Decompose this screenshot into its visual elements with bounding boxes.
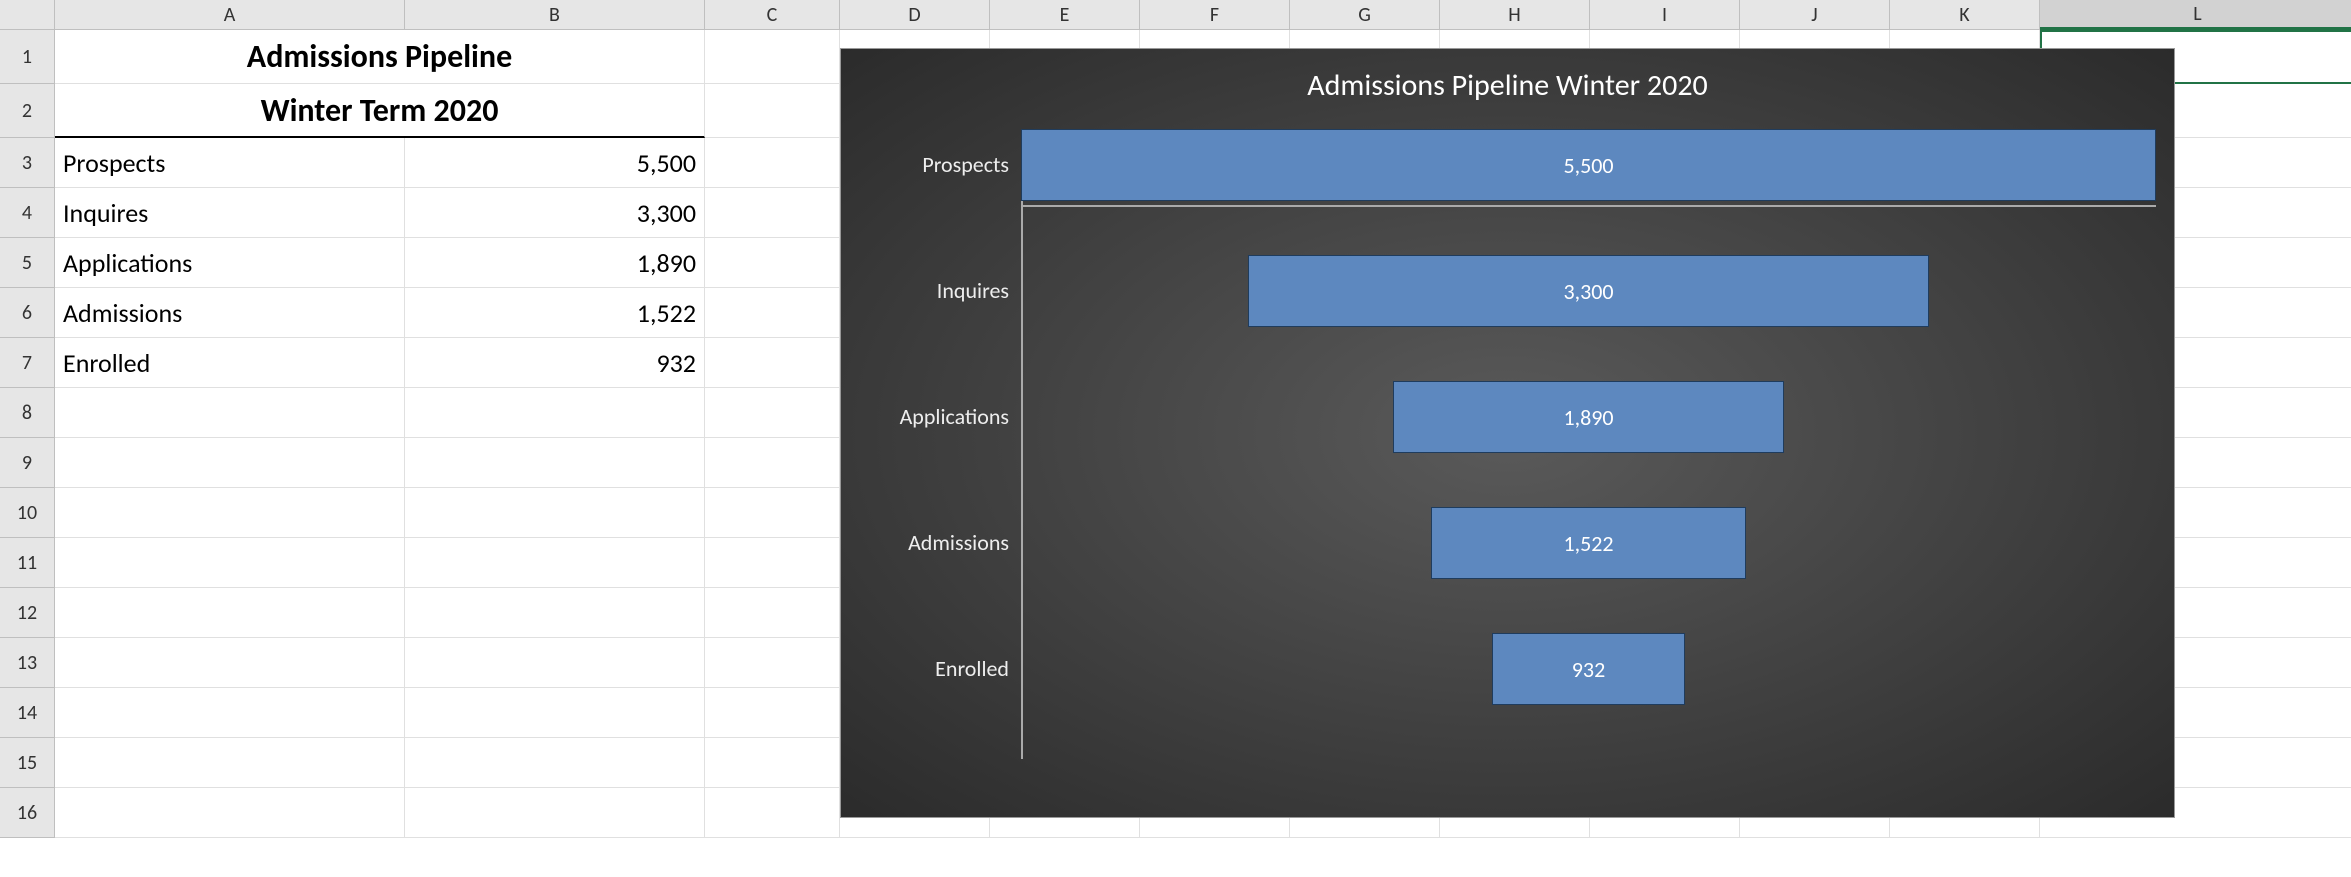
cell-B8[interactable] <box>405 388 705 438</box>
row-header-16[interactable]: 16 <box>0 788 55 838</box>
chart-bar: 5,500 <box>1021 129 2156 201</box>
row-headers: 12345678910111213141516 <box>0 30 55 838</box>
spreadsheet-sheet: ABCDEFGHIJKL 12345678910111213141516 Adm… <box>0 0 2351 877</box>
cell-C7[interactable] <box>705 338 840 388</box>
cell-A3[interactable]: Prospects <box>55 138 405 188</box>
row-header-10[interactable]: 10 <box>0 488 55 538</box>
row-header-12[interactable]: 12 <box>0 588 55 638</box>
cell-B9[interactable] <box>405 438 705 488</box>
column-header-G[interactable]: G <box>1290 0 1440 30</box>
select-all-corner[interactable] <box>0 0 55 30</box>
cell-A1[interactable]: Admissions Pipeline <box>55 30 705 84</box>
chart-category-label: Applications <box>841 403 1021 430</box>
cell-A10[interactable] <box>55 488 405 538</box>
cell-B14[interactable] <box>405 688 705 738</box>
chart-category-label: Admissions <box>841 529 1021 556</box>
cell-B16[interactable] <box>405 788 705 838</box>
column-header-D[interactable]: D <box>840 0 990 30</box>
cell-C12[interactable] <box>705 588 840 638</box>
chart-y-axis <box>1021 129 1023 759</box>
row-header-9[interactable]: 9 <box>0 438 55 488</box>
cell-A2[interactable]: Winter Term 2020 <box>55 84 705 138</box>
chart-bar: 932 <box>1492 633 1684 705</box>
cell-A4[interactable]: Inquires <box>55 188 405 238</box>
cell-A13[interactable] <box>55 638 405 688</box>
cell-B3[interactable]: 5,500 <box>405 138 705 188</box>
cell-B11[interactable] <box>405 538 705 588</box>
column-header-E[interactable]: E <box>990 0 1140 30</box>
cell-C16[interactable] <box>705 788 840 838</box>
chart-bar: 1,522 <box>1431 507 1745 579</box>
cell-B4[interactable]: 3,300 <box>405 188 705 238</box>
cell-A16[interactable] <box>55 788 405 838</box>
cell-C9[interactable] <box>705 438 840 488</box>
cell-B15[interactable] <box>405 738 705 788</box>
chart-x-axis <box>1021 205 2156 207</box>
cell-B5[interactable]: 1,890 <box>405 238 705 288</box>
cell-A11[interactable] <box>55 538 405 588</box>
column-header-L[interactable]: L <box>2040 0 2351 30</box>
chart-bar: 1,890 <box>1393 381 1783 453</box>
row-header-2[interactable]: 2 <box>0 84 55 138</box>
cell-C3[interactable] <box>705 138 840 188</box>
cell-A8[interactable] <box>55 388 405 438</box>
column-header-C[interactable]: C <box>705 0 840 30</box>
column-header-I[interactable]: I <box>1590 0 1740 30</box>
cell-C1[interactable] <box>705 30 840 84</box>
row-header-3[interactable]: 3 <box>0 138 55 188</box>
cell-B7[interactable]: 932 <box>405 338 705 388</box>
cell-C8[interactable] <box>705 388 840 438</box>
cell-B6[interactable]: 1,522 <box>405 288 705 338</box>
chart-category-label: Enrolled <box>841 655 1021 682</box>
row-header-11[interactable]: 11 <box>0 538 55 588</box>
cell-C5[interactable] <box>705 238 840 288</box>
cell-A6[interactable]: Admissions <box>55 288 405 338</box>
cell-C2[interactable] <box>705 84 840 138</box>
chart-category-label: Inquires <box>841 277 1021 304</box>
cell-C4[interactable] <box>705 188 840 238</box>
cell-C6[interactable] <box>705 288 840 338</box>
cell-C14[interactable] <box>705 688 840 738</box>
cell-A15[interactable] <box>55 738 405 788</box>
cell-C10[interactable] <box>705 488 840 538</box>
column-header-F[interactable]: F <box>1140 0 1290 30</box>
cell-A9[interactable] <box>55 438 405 488</box>
row-header-8[interactable]: 8 <box>0 388 55 438</box>
cell-C15[interactable] <box>705 738 840 788</box>
funnel-chart[interactable]: Admissions Pipeline Winter 2020 Prospect… <box>840 48 2175 818</box>
row-header-4[interactable]: 4 <box>0 188 55 238</box>
cell-A7[interactable]: Enrolled <box>55 338 405 388</box>
cell-B12[interactable] <box>405 588 705 638</box>
column-header-A[interactable]: A <box>55 0 405 30</box>
chart-plot-area: Prospects5,500 Inquires 3,300 Applications 1… <box>841 129 2174 797</box>
cell-B13[interactable] <box>405 638 705 688</box>
cell-A5[interactable]: Applications <box>55 238 405 288</box>
row-header-1[interactable]: 1 <box>0 30 55 84</box>
column-header-J[interactable]: J <box>1740 0 1890 30</box>
column-headers: ABCDEFGHIJKL <box>0 0 2351 30</box>
chart-title: Admissions Pipeline Winter 2020 <box>841 49 2174 114</box>
row-header-5[interactable]: 5 <box>0 238 55 288</box>
row-header-7[interactable]: 7 <box>0 338 55 388</box>
cell-A12[interactable] <box>55 588 405 638</box>
row-header-13[interactable]: 13 <box>0 638 55 688</box>
row-header-14[interactable]: 14 <box>0 688 55 738</box>
column-header-B[interactable]: B <box>405 0 705 30</box>
chart-category-label: Prospects <box>841 151 1021 178</box>
column-header-H[interactable]: H <box>1440 0 1590 30</box>
row-header-6[interactable]: 6 <box>0 288 55 338</box>
cell-B10[interactable] <box>405 488 705 538</box>
cell-C11[interactable] <box>705 538 840 588</box>
chart-bar: 3,300 <box>1248 255 1929 327</box>
cell-A14[interactable] <box>55 688 405 738</box>
column-header-K[interactable]: K <box>1890 0 2040 30</box>
row-header-15[interactable]: 15 <box>0 738 55 788</box>
cell-C13[interactable] <box>705 638 840 688</box>
